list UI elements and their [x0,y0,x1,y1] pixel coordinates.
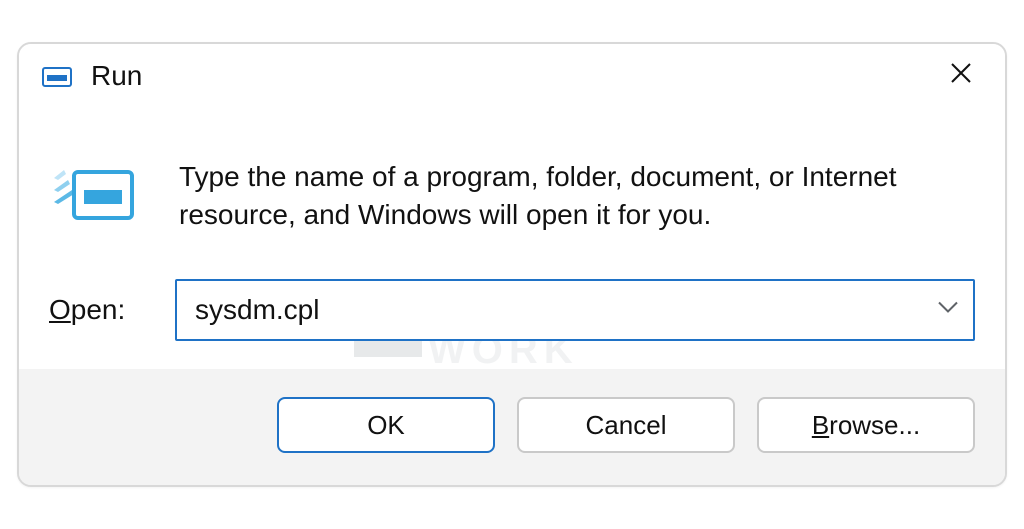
run-dialog: HITECHWORKYOUR VISIONOUR FUTURE Run [17,42,1007,488]
content-area: Type the name of a program, folder, docu… [19,108,1005,370]
titlebar-left: Run [41,60,142,92]
description-row: Type the name of a program, folder, docu… [49,158,975,234]
close-icon [950,62,972,89]
ok-button-label: OK [367,410,405,440]
run-icon [49,158,139,230]
open-label: Open: [49,294,139,326]
open-combobox[interactable] [175,279,975,341]
titlebar: Run [19,44,1005,108]
title-text: Run [91,60,142,92]
ok-button[interactable]: OK [277,397,495,453]
close-button[interactable] [939,54,983,98]
browse-button[interactable]: Browse... [757,397,975,453]
command-input[interactable] [175,279,975,341]
description-text: Type the name of a program, folder, docu… [179,158,975,234]
footer: OK Cancel Browse... [19,369,1005,485]
cancel-button[interactable]: Cancel [517,397,735,453]
browse-button-label: Browse... [812,410,920,440]
open-row: Open: [49,279,975,341]
run-title-icon [41,63,73,89]
cancel-button-label: Cancel [586,410,667,440]
